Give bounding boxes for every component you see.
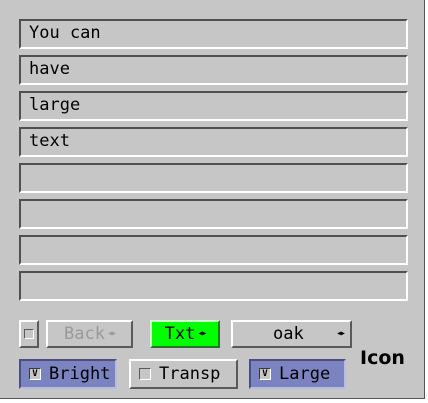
checkbox-empty-icon: [139, 368, 151, 380]
checkbox-box: [24, 329, 34, 339]
bright-label: Bright: [49, 364, 111, 384]
text-line-6[interactable]: [19, 199, 408, 229]
text-line-3[interactable]: large: [19, 91, 408, 121]
transp-label: Transp: [159, 364, 221, 384]
text-line-2[interactable]: have: [19, 55, 408, 85]
text-line-5[interactable]: [19, 163, 408, 193]
text-line-1[interactable]: You can: [19, 19, 408, 49]
cycle-arrows-icon: ◂▸: [197, 328, 207, 339]
icon-label: Icon: [360, 347, 405, 369]
text-line-7[interactable]: [19, 235, 408, 265]
check-icon: V: [29, 368, 41, 380]
txt-color-button[interactable]: Txt ◂▸: [150, 320, 220, 348]
txt-label: Txt: [164, 324, 196, 344]
oak-texture-button[interactable]: oak ◂▸: [231, 320, 352, 348]
panel: You can have large text Back ◂▸ Txt ◂▸ o…: [0, 0, 425, 399]
text-line-8[interactable]: [19, 271, 408, 301]
large-toggle[interactable]: V Large: [249, 359, 346, 389]
small-checkbox[interactable]: [19, 320, 39, 348]
transp-toggle[interactable]: Transp: [129, 359, 238, 389]
text-line-4[interactable]: text: [19, 127, 408, 157]
cycle-arrows-icon: ◂▸: [106, 328, 117, 339]
oak-label: oak: [273, 324, 304, 344]
bright-toggle[interactable]: V Bright: [19, 359, 117, 389]
large-label: Large: [279, 364, 331, 384]
check-icon: V: [259, 368, 271, 380]
cycle-arrows-icon: ◂▸: [335, 328, 346, 339]
back-button[interactable]: Back ◂▸: [46, 320, 133, 348]
back-label: Back: [64, 324, 105, 344]
